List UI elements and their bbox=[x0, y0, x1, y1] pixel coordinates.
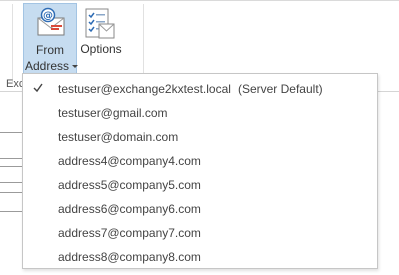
chevron-down-icon bbox=[72, 65, 79, 68]
from-address-option[interactable]: address5@company5.com bbox=[24, 174, 376, 196]
field-divider bbox=[0, 158, 22, 159]
from-address-button[interactable]: @ From Address bbox=[23, 3, 79, 74]
from-address-option[interactable]: address7@company7.com bbox=[24, 222, 376, 244]
at-envelope-icon: @ bbox=[37, 7, 65, 36]
from-address-option[interactable]: address8@company8.com bbox=[24, 246, 376, 268]
svg-text:@: @ bbox=[43, 11, 53, 22]
from-address-option[interactable]: testuser@domain.com bbox=[24, 126, 376, 148]
field-divider bbox=[0, 132, 22, 133]
field-divider bbox=[0, 166, 22, 167]
address-label: testuser@exchange2kxtest.local (Server De… bbox=[58, 82, 323, 96]
address-label: address4@company4.com bbox=[58, 154, 201, 168]
group-separator bbox=[143, 4, 144, 84]
checkmark-icon bbox=[33, 83, 43, 93]
message-header-fields bbox=[0, 100, 22, 275]
field-divider bbox=[0, 211, 22, 212]
from-address-option[interactable]: testuser@gmail.com bbox=[24, 102, 376, 124]
options-button-label: Options bbox=[80, 42, 122, 56]
from-address-option[interactable]: address4@company4.com bbox=[24, 150, 376, 172]
checklist-options-icon bbox=[85, 8, 115, 39]
field-divider bbox=[0, 192, 22, 193]
address-label: testuser@gmail.com bbox=[58, 106, 168, 120]
address-label: address5@company5.com bbox=[58, 178, 201, 192]
field-divider bbox=[0, 182, 22, 183]
from-button-label-line2: Address bbox=[25, 59, 79, 73]
address-label: testuser@domain.com bbox=[58, 130, 179, 144]
from-address-option[interactable]: address6@company6.com bbox=[24, 198, 376, 220]
address-label: address7@company7.com bbox=[58, 226, 201, 240]
ribbon-top-border bbox=[0, 0, 399, 1]
options-button[interactable]: Options bbox=[78, 3, 124, 63]
from-address-option[interactable]: testuser@exchange2kxtest.local (Server De… bbox=[24, 78, 376, 100]
from-button-label: From bbox=[36, 43, 64, 57]
group-separator bbox=[12, 4, 13, 84]
from-address-dropdown: testuser@exchange2kxtest.local (Server De… bbox=[22, 73, 378, 269]
address-label: address6@company6.com bbox=[58, 202, 201, 216]
address-label: address8@company8.com bbox=[58, 250, 201, 264]
